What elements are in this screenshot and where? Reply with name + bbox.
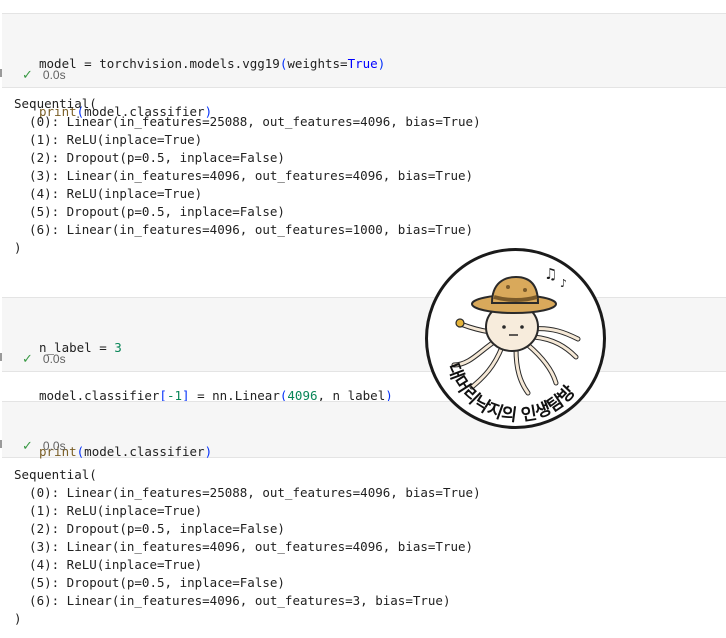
- code-token: ): [377, 56, 386, 71]
- output-line: Sequential(: [14, 96, 97, 111]
- code-token: model.classifier: [84, 444, 205, 459]
- output-line: ): [14, 611, 22, 626]
- output-line: ): [14, 240, 22, 255]
- output-line: (6): Linear(in_features=4096, out_featur…: [14, 593, 451, 608]
- execution-status: ✓ 0.0s: [22, 67, 66, 83]
- code-cell-2[interactable]: n_label = 3 model.classifier[-1] = nn.Li…: [2, 297, 726, 403]
- cell-gutter-mark: [0, 353, 2, 361]
- check-icon: ✓: [22, 351, 33, 366]
- svg-text:♫: ♫: [544, 265, 557, 283]
- execution-time: 0.0s: [42, 352, 66, 366]
- code-token: model = torchvision.models.vgg19: [39, 56, 280, 71]
- output-line: Sequential(: [14, 467, 97, 482]
- code-token: weights=: [287, 56, 348, 71]
- code-line: model = torchvision.models.vgg19(weights…: [39, 55, 385, 73]
- output-line: (6): Linear(in_features=4096, out_featur…: [14, 222, 474, 237]
- output-line: (4): ReLU(inplace=True): [14, 186, 203, 201]
- code-line: n_label = 3: [39, 339, 393, 357]
- cell-gutter-mark: [0, 69, 2, 77]
- output-line: (0): Linear(in_features=25088, out_featu…: [14, 114, 481, 129]
- check-icon: ✓: [22, 438, 33, 453]
- execution-time: 0.0s: [42, 439, 66, 453]
- svg-text:♪: ♪: [560, 277, 567, 290]
- output-line: (2): Dropout(p=0.5, inplace=False): [14, 150, 285, 165]
- code-cell-3[interactable]: print(model.classifier) ✓ 0.0s: [2, 401, 726, 459]
- output-line: (2): Dropout(p=0.5, inplace=False): [14, 521, 285, 536]
- output-line: (5): Dropout(p=0.5, inplace=False): [14, 575, 285, 590]
- output-line: (5): Dropout(p=0.5, inplace=False): [14, 204, 285, 219]
- output-line: (3): Linear(in_features=4096, out_featur…: [14, 168, 474, 183]
- output-line: (4): ReLU(inplace=True): [14, 557, 203, 572]
- cell-output-3: Sequential( (0): Linear(in_features=2508…: [14, 466, 481, 628]
- execution-status: ✓ 0.0s: [22, 438, 66, 454]
- execution-time: 0.0s: [42, 68, 66, 82]
- output-line: (1): ReLU(inplace=True): [14, 132, 203, 147]
- code-token: True: [347, 56, 378, 71]
- check-icon: ✓: [22, 67, 33, 82]
- output-line: (3): Linear(in_features=4096, out_featur…: [14, 539, 474, 554]
- code-cell-1[interactable]: model = torchvision.models.vgg19(weights…: [2, 13, 726, 119]
- output-line: (0): Linear(in_features=25088, out_featu…: [14, 485, 481, 500]
- code-token: 3: [114, 340, 122, 355]
- cell-output-1: Sequential( (0): Linear(in_features=2508…: [14, 95, 481, 257]
- output-line: (1): ReLU(inplace=True): [14, 503, 203, 518]
- code-token: ): [204, 444, 213, 459]
- cell-gutter-mark: [0, 440, 2, 448]
- watermark-badge: ♫ ♪ 대머리낙지의 인생탐방: [425, 248, 606, 429]
- execution-status: ✓ 0.0s: [22, 351, 66, 367]
